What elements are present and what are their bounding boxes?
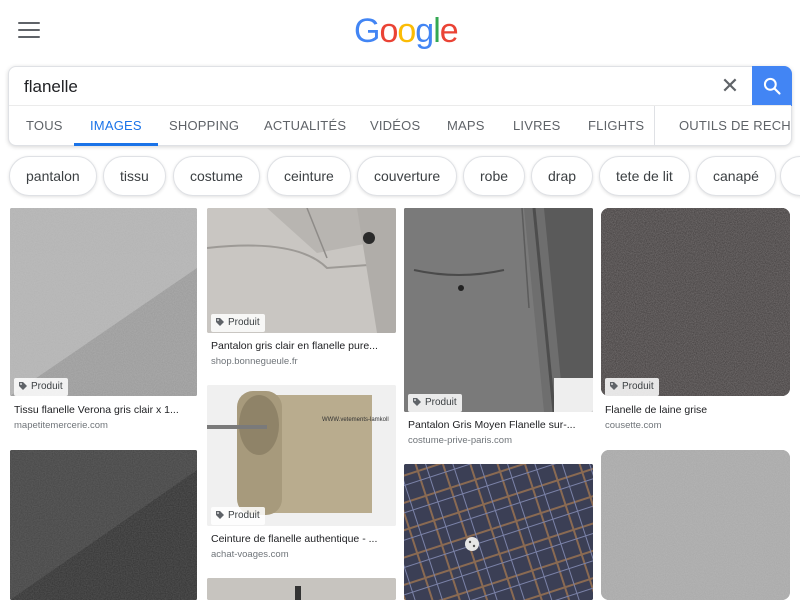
tag-icon <box>19 382 27 390</box>
image-result[interactable] <box>601 450 790 600</box>
product-badge: Produit <box>605 378 659 396</box>
product-badge: Produit <box>211 314 265 332</box>
image-result[interactable]: Produit Pantalon gris clair en flanelle … <box>207 208 396 373</box>
badge-label: Produit <box>228 317 260 328</box>
badge-label: Produit <box>425 397 457 408</box>
result-source[interactable]: mapetitemercerie.com <box>14 420 108 431</box>
image-result[interactable]: Produit Flanelle de laine grise cousette… <box>601 208 790 434</box>
tag-icon <box>413 398 421 406</box>
badge-label: Produit <box>228 510 260 521</box>
result-thumbnail <box>207 578 396 600</box>
image-result[interactable] <box>207 578 396 600</box>
result-title[interactable]: Ceinture de flanelle authentique - ... <box>211 533 393 545</box>
tab-books[interactable]: LIVRES <box>513 106 560 146</box>
watermark-text: WWW.vetements-lamkoll <box>322 417 389 423</box>
image-result[interactable]: WWW.vetements-lamkoll Produit Ceinture d… <box>207 385 396 567</box>
google-images-page: Google ✕ TOUS IMAGES SHOPPING ACTUALITÉS… <box>0 0 800 600</box>
chip-robe[interactable]: robe <box>463 156 526 196</box>
chip-tissu[interactable]: tissu <box>103 156 166 196</box>
result-source[interactable]: cousette.com <box>605 420 662 431</box>
tab-divider <box>654 106 655 146</box>
badge-label: Produit <box>31 381 63 392</box>
tag-icon <box>216 318 224 326</box>
product-badge: Produit <box>211 507 265 525</box>
logo-letter: G <box>354 12 380 50</box>
logo-letter: o <box>379 12 398 50</box>
related-chips: pantalon tissu costume ceinture couvertu… <box>0 154 800 200</box>
logo-letter: g <box>415 12 434 50</box>
chip-more[interactable] <box>780 156 800 196</box>
search-icon <box>763 77 781 95</box>
search-button[interactable] <box>752 66 792 106</box>
tab-news[interactable]: ACTUALITÉS <box>264 106 346 146</box>
product-badge: Produit <box>408 394 462 412</box>
tab-images[interactable]: IMAGES <box>74 106 158 146</box>
search-box: ✕ TOUS IMAGES SHOPPING ACTUALITÉS VIDÉOS… <box>8 66 792 146</box>
product-badge: Produit <box>14 378 68 396</box>
hamburger-menu-icon[interactable] <box>18 22 40 40</box>
clear-search-icon[interactable]: ✕ <box>717 73 743 99</box>
tab-search-tools[interactable]: OUTILS DE RECHE <box>679 106 791 146</box>
logo-letter: o <box>397 12 416 50</box>
result-source[interactable]: achat-voages.com <box>211 549 289 560</box>
chip-costume[interactable]: costume <box>173 156 260 196</box>
chip-couverture[interactable]: couverture <box>357 156 458 196</box>
tag-icon <box>610 382 618 390</box>
chip-canape[interactable]: canapé <box>696 156 776 196</box>
search-input[interactable] <box>24 75 704 99</box>
chip-drap[interactable]: drap <box>531 156 594 196</box>
result-source[interactable]: shop.bonnegueule.fr <box>211 356 298 367</box>
result-thumbnail <box>10 450 197 600</box>
result-thumbnail <box>10 208 197 396</box>
chip-pantalon[interactable]: pantalon <box>9 156 97 196</box>
result-thumbnail: WWW.vetements-lamkoll <box>207 385 396 526</box>
result-source[interactable]: costume-prive-paris.com <box>408 435 512 446</box>
image-result[interactable] <box>10 450 197 600</box>
image-result[interactable]: Produit Pantalon Gris Moyen Flanelle sur… <box>404 208 593 450</box>
logo-letter: e <box>439 12 459 50</box>
result-title[interactable]: Tissu flanelle Verona gris clair x 1... <box>14 404 194 416</box>
result-thumbnail <box>404 208 593 412</box>
top-bar: Google <box>0 0 800 64</box>
tab-maps[interactable]: MAPS <box>447 106 485 146</box>
result-thumbnail <box>404 464 593 600</box>
chip-tete-de-lit[interactable]: tete de lit <box>599 156 690 196</box>
image-result[interactable]: Produit Tissu flanelle Verona gris clair… <box>10 208 197 434</box>
search-tabs: TOUS IMAGES SHOPPING ACTUALITÉS VIDÉOS M… <box>9 105 791 146</box>
result-thumbnail <box>601 208 790 396</box>
result-title[interactable]: Pantalon gris clair en flanelle pure... <box>211 340 393 352</box>
google-logo[interactable]: Google <box>354 12 459 51</box>
chip-ceinture[interactable]: ceinture <box>267 156 351 196</box>
image-result[interactable] <box>404 464 593 600</box>
tab-all[interactable]: TOUS <box>26 106 63 146</box>
result-title[interactable]: Flanelle de laine grise <box>605 404 787 416</box>
tab-flights[interactable]: FLIGHTS <box>588 106 644 146</box>
tab-shopping[interactable]: SHOPPING <box>169 106 239 146</box>
result-title[interactable]: Pantalon Gris Moyen Flanelle sur-... <box>408 419 590 431</box>
badge-label: Produit <box>622 381 654 392</box>
image-results-grid: Produit Tissu flanelle Verona gris clair… <box>0 208 800 600</box>
tag-icon <box>216 511 224 519</box>
tab-videos[interactable]: VIDÉOS <box>370 106 420 146</box>
result-thumbnail <box>601 450 790 600</box>
